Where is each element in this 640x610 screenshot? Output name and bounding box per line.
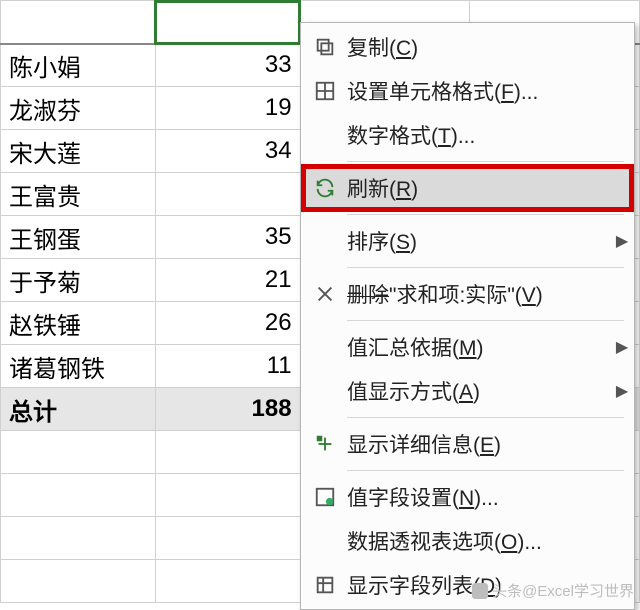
row-value[interactable]: 33: [155, 44, 300, 87]
menu-label: 复制(C): [347, 32, 632, 62]
menu-pivottable-options[interactable]: 数据透视表选项(O)...: [303, 519, 632, 563]
row-value[interactable]: 34: [155, 130, 300, 173]
menu-label: 排序(S): [347, 226, 612, 256]
menu-label: 删除"求和项:实际"(V): [347, 279, 632, 309]
menu-show-values-as[interactable]: 值显示方式(A) ▶: [303, 369, 632, 413]
selected-cell[interactable]: [155, 1, 300, 44]
menu-delete-field[interactable]: 删除"求和项:实际"(V): [303, 272, 632, 316]
submenu-arrow-icon: ▶: [612, 381, 632, 401]
row-label[interactable]: 陈小娟: [1, 44, 156, 87]
row-label[interactable]: 王富贵: [1, 173, 156, 216]
field-list-icon: [303, 574, 347, 596]
menu-show-details[interactable]: 显示详细信息(E): [303, 422, 632, 466]
menu-separator: [347, 470, 624, 471]
grand-total-label[interactable]: 总计: [1, 388, 156, 431]
field-settings-icon: [303, 486, 347, 508]
row-value[interactable]: 11: [155, 345, 300, 388]
menu-format-cells[interactable]: 设置单元格格式(F)...: [303, 69, 632, 113]
menu-separator: [347, 214, 624, 215]
menu-label: 设置单元格格式(F)...: [347, 76, 632, 106]
row-label[interactable]: 赵铁锤: [1, 302, 156, 345]
format-cells-icon: [303, 80, 347, 102]
menu-separator: [347, 417, 624, 418]
row-value[interactable]: 26: [155, 302, 300, 345]
row-value[interactable]: 19: [155, 87, 300, 130]
row-value[interactable]: 35: [155, 216, 300, 259]
menu-label: 数字格式(T)...: [347, 120, 632, 150]
menu-sort[interactable]: 排序(S) ▶: [303, 219, 632, 263]
menu-number-format[interactable]: 数字格式(T)...: [303, 113, 632, 157]
menu-label: 值汇总依据(M): [347, 332, 612, 362]
refresh-icon: [303, 177, 347, 199]
row-label[interactable]: 王钢蛋: [1, 216, 156, 259]
watermark: 头条@Excel学习世界: [472, 580, 634, 601]
copy-icon: [303, 36, 347, 58]
submenu-arrow-icon: ▶: [612, 231, 632, 251]
row-value[interactable]: 21: [155, 259, 300, 302]
submenu-arrow-icon: ▶: [612, 337, 632, 357]
menu-refresh[interactable]: 刷新(R): [303, 166, 632, 210]
menu-value-field-settings[interactable]: 值字段设置(N)...: [303, 475, 632, 519]
menu-separator: [347, 161, 624, 162]
context-menu: 复制(C) 设置单元格格式(F)... 数字格式(T)... 刷新(R) 排序(…: [300, 22, 635, 610]
details-icon: [303, 433, 347, 455]
row-value[interactable]: [155, 173, 300, 216]
menu-separator: [347, 320, 624, 321]
row-label[interactable]: 龙淑芬: [1, 87, 156, 130]
grand-total-value[interactable]: 188: [155, 388, 300, 431]
watermark-text: 头条@Excel学习世界: [492, 580, 634, 601]
delete-icon: [303, 283, 347, 305]
menu-copy[interactable]: 复制(C): [303, 25, 632, 69]
row-label[interactable]: 于予菊: [1, 259, 156, 302]
row-label[interactable]: 诸葛钢铁: [1, 345, 156, 388]
watermark-logo-icon: [472, 583, 488, 599]
menu-summarize-by[interactable]: 值汇总依据(M) ▶: [303, 325, 632, 369]
menu-label: 显示详细信息(E): [347, 429, 632, 459]
menu-label: 值字段设置(N)...: [347, 482, 632, 512]
row-label[interactable]: 宋大莲: [1, 130, 156, 173]
menu-label: 值显示方式(A): [347, 376, 612, 406]
menu-label: 刷新(R): [347, 173, 632, 203]
menu-label: 数据透视表选项(O)...: [347, 526, 632, 556]
menu-separator: [347, 267, 624, 268]
